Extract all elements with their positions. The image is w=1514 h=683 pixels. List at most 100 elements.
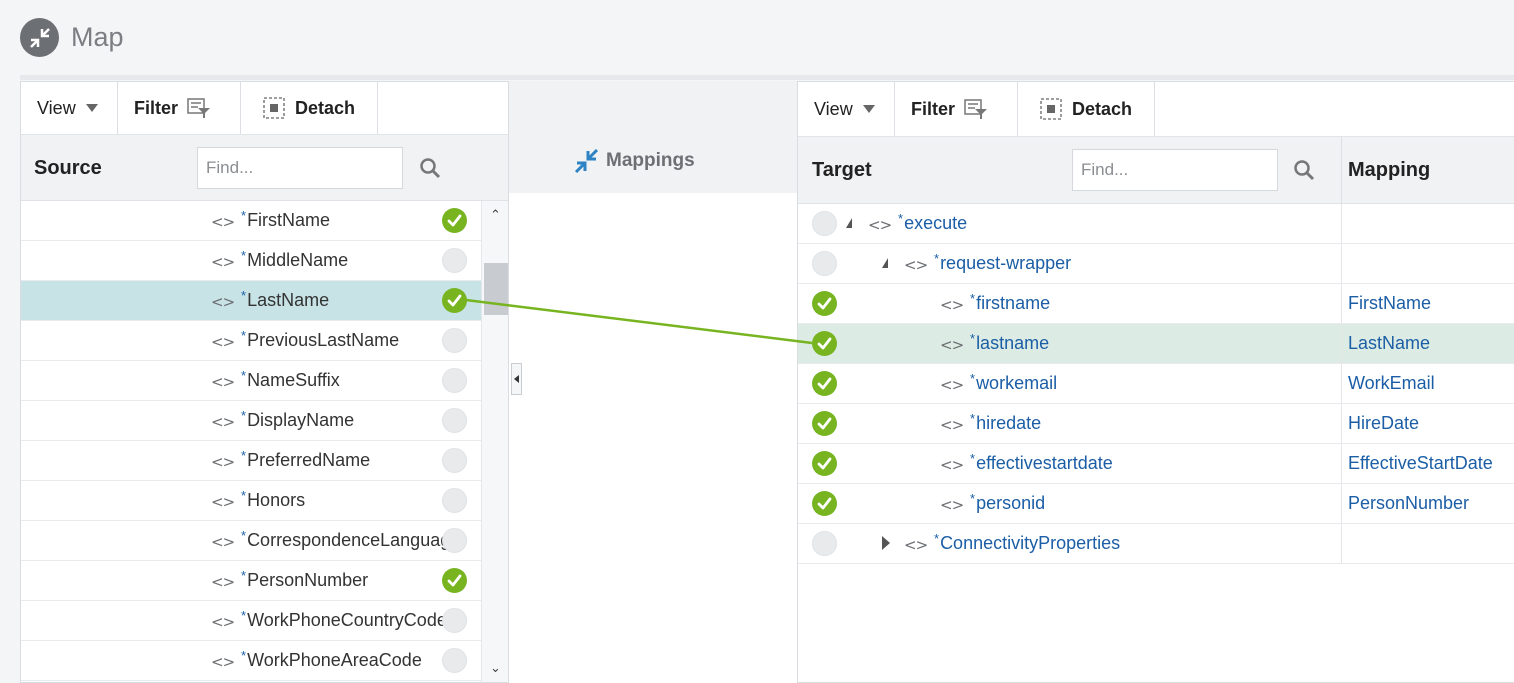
mapping-value[interactable]: FirstName: [1348, 293, 1431, 314]
target-node-row[interactable]: <> *lastname LastName: [798, 324, 1514, 364]
collapse-panel-handle[interactable]: [511, 363, 522, 395]
target-node-name: *request-wrapper: [934, 251, 1072, 274]
source-find-input[interactable]: [197, 147, 403, 189]
source-detach-button[interactable]: Detach: [241, 82, 378, 134]
element-tag-icon: <>: [211, 613, 235, 631]
element-tag-icon: <>: [940, 416, 964, 434]
element-tag-icon: <>: [868, 216, 892, 234]
source-view-menu[interactable]: View: [21, 82, 118, 134]
target-node-label: request-wrapper: [940, 253, 1072, 273]
mapping-value[interactable]: PersonNumber: [1348, 493, 1469, 514]
required-marker: *: [970, 291, 976, 306]
required-marker: *: [970, 491, 976, 506]
target-filter-button[interactable]: Filter: [895, 82, 1018, 136]
source-node-row[interactable]: <> *LastName: [21, 281, 481, 321]
mapped-check-icon: [442, 568, 467, 593]
detach-icon: [263, 97, 285, 119]
source-node-name: *CorrespondenceLanguage: [241, 530, 461, 551]
source-node-row[interactable]: <> *FirstName: [21, 201, 481, 241]
source-node-row[interactable]: <> *CorrespondenceLanguage: [21, 521, 481, 561]
element-tag-icon: <>: [211, 653, 235, 671]
target-node-row[interactable]: <> *execute: [798, 204, 1514, 244]
required-marker: *: [241, 210, 247, 223]
target-node-row[interactable]: <> *effectivestartdate EffectiveStartDate: [798, 444, 1514, 484]
filter-label: Filter: [911, 98, 956, 119]
unmapped-status-icon: [442, 408, 467, 433]
expand-triangle-icon[interactable]: [882, 258, 888, 268]
target-node-row[interactable]: <> *ConnectivityProperties: [798, 524, 1514, 564]
mappings-icon: [574, 149, 599, 173]
mapping-value[interactable]: HireDate: [1348, 413, 1419, 434]
source-node-row[interactable]: <> *Honors: [21, 481, 481, 521]
source-node-row[interactable]: <> *PersonNumber: [21, 561, 481, 601]
source-scrollbar[interactable]: ⌃ ⌄: [481, 201, 508, 682]
map-icon: [20, 18, 59, 57]
source-node-row[interactable]: <> *WorkPhoneAreaCode: [21, 641, 481, 681]
column-divider: [1341, 137, 1342, 203]
unmapped-status-icon: [442, 648, 467, 673]
mappings-area: Mappings: [509, 81, 797, 683]
source-node-row[interactable]: <> *NameSuffix: [21, 361, 481, 401]
mapping-value[interactable]: WorkEmail: [1348, 373, 1435, 394]
source-node-name: *PreferredName: [241, 450, 461, 471]
target-node-row[interactable]: <> *request-wrapper: [798, 244, 1514, 284]
target-node-row[interactable]: <> *personid PersonNumber: [798, 484, 1514, 524]
target-node-name: *hiredate: [970, 411, 1042, 434]
target-column-label: Target: [812, 159, 872, 181]
required-marker: *: [934, 251, 940, 266]
mapped-check-icon: [812, 411, 837, 436]
target-node-row[interactable]: <> *workemail WorkEmail: [798, 364, 1514, 404]
search-icon[interactable]: [419, 157, 441, 179]
target-tree: <> *execute <> *request-wrapper <> *firstname…: [798, 204, 1514, 564]
unmapped-status-icon: [442, 248, 467, 273]
source-column-label: Source: [34, 157, 102, 179]
mappings-label: Mappings: [606, 150, 695, 171]
mapping-value[interactable]: EffectiveStartDate: [1348, 453, 1493, 474]
scroll-up-icon[interactable]: ⌃: [482, 205, 508, 225]
chevron-left-icon: [514, 375, 519, 383]
target-detach-button[interactable]: Detach: [1018, 82, 1155, 136]
search-icon[interactable]: [1293, 159, 1315, 181]
unmapped-status-icon: [442, 328, 467, 353]
target-column-header: Target Mapping: [798, 136, 1514, 204]
source-node-label: WorkPhoneAreaCode: [247, 650, 422, 670]
target-node-name: *firstname: [970, 291, 1050, 314]
target-node-row[interactable]: <> *hiredate HireDate: [798, 404, 1514, 444]
source-node-row[interactable]: <> *WorkPhoneCountryCode: [21, 601, 481, 641]
source-node-row[interactable]: <> *DisplayName: [21, 401, 481, 441]
source-node-label: MiddleName: [247, 250, 349, 270]
required-marker: *: [241, 370, 247, 383]
source-node-row[interactable]: <> *MiddleName: [21, 241, 481, 281]
target-node-name: *ConnectivityProperties: [934, 531, 1120, 554]
source-node-label: DisplayName: [247, 410, 355, 430]
target-find-input[interactable]: [1072, 149, 1278, 191]
source-toolbar: View Filter Detach: [21, 82, 378, 134]
filter-label: Filter: [134, 97, 179, 118]
source-node-row[interactable]: <> *PreviousLastName: [21, 321, 481, 361]
mapped-check-icon: [812, 331, 837, 356]
source-node-name: *DisplayName: [241, 410, 461, 431]
target-node-row[interactable]: <> *firstname FirstName: [798, 284, 1514, 324]
source-node-label: PreviousLastName: [247, 330, 400, 350]
element-tag-icon: <>: [211, 413, 235, 431]
mapped-check-icon: [812, 451, 837, 476]
expand-triangle-icon[interactable]: [846, 218, 852, 228]
source-node-label: PreferredName: [247, 450, 371, 470]
scrollbar-thumb[interactable]: [484, 263, 508, 315]
filter-icon: [964, 99, 988, 119]
collapsed-triangle-icon[interactable]: [882, 536, 890, 550]
element-tag-icon: <>: [940, 376, 964, 394]
source-node-name: *PersonNumber: [241, 570, 461, 591]
target-node-label: workemail: [976, 373, 1058, 393]
target-node-label: hiredate: [976, 413, 1042, 433]
source-filter-button[interactable]: Filter: [118, 82, 241, 134]
source-tree: <> *FirstName <> *MiddleName <> *LastName <> *P…: [21, 201, 481, 682]
mapping-value[interactable]: LastName: [1348, 333, 1430, 354]
target-view-menu[interactable]: View: [798, 82, 895, 136]
mapped-check-icon: [442, 208, 467, 233]
target-node-label: effectivestartdate: [976, 453, 1113, 473]
source-node-row[interactable]: <> *PreferredName: [21, 441, 481, 481]
required-marker: *: [241, 490, 247, 503]
source-node-name: *WorkPhoneAreaCode: [241, 650, 461, 671]
scroll-down-icon[interactable]: ⌄: [482, 658, 508, 678]
